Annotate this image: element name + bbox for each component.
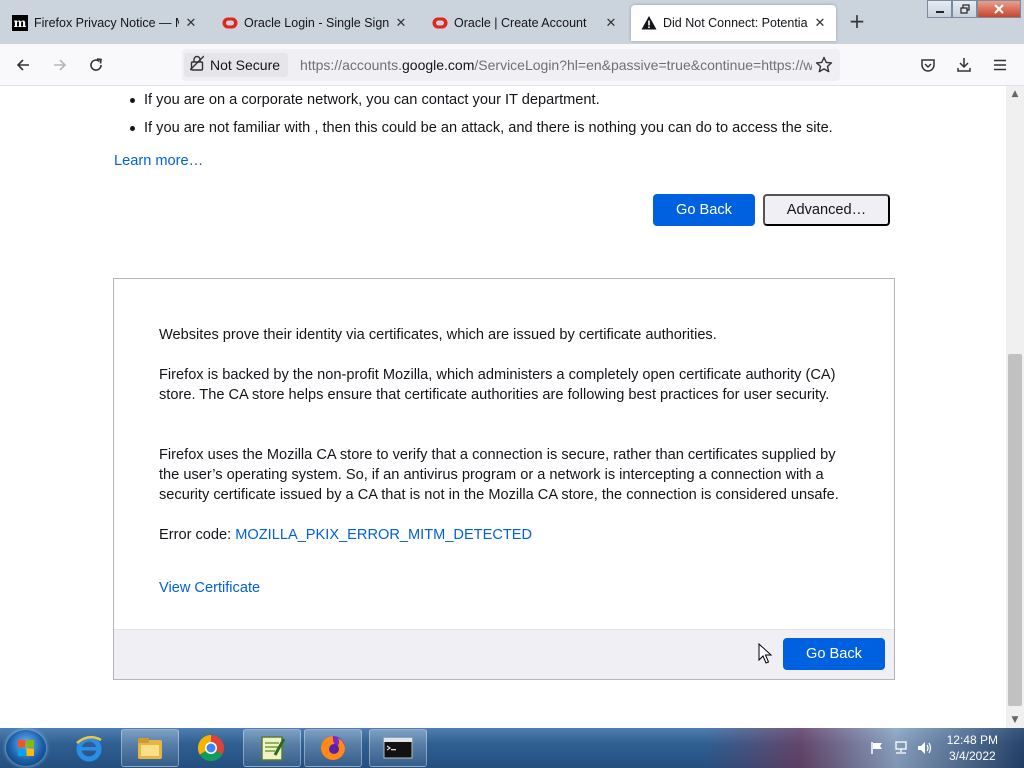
view-certificate-link[interactable]: View Certificate xyxy=(159,580,260,596)
certificate-explanation-2: Firefox is backed by the non-profit Mozi… xyxy=(159,367,836,403)
clock-date: 3/4/2022 xyxy=(948,749,996,763)
forward-arrow-icon[interactable] xyxy=(47,52,73,78)
advanced-panel-footer: Go Back xyxy=(114,629,894,679)
network-icon[interactable] xyxy=(893,740,909,756)
volume-icon[interactable] xyxy=(917,740,933,756)
advanced-panel: Websites prove their identity via certif… xyxy=(113,278,895,680)
tab-title: Oracle Login - Single Sign On xyxy=(244,16,389,30)
learn-more-link[interactable]: Learn more… xyxy=(114,153,203,169)
go-back-button-bottom[interactable]: Go Back xyxy=(783,638,885,670)
tab-oracle-create-account[interactable]: Oracle | Create Account ✕ xyxy=(422,5,627,41)
oracle-icon xyxy=(222,15,238,31)
tab-title: Oracle | Create Account xyxy=(454,16,587,30)
error-page: If you are on a corporate network, you c… xyxy=(0,86,1006,728)
windows-taskbar: 12:48 PM 3/4/2022 xyxy=(0,728,1024,768)
minimize-icon[interactable] xyxy=(927,0,952,18)
scroll-up-icon[interactable]: ▲ xyxy=(1006,86,1024,102)
tab-firefox-privacy-notice[interactable]: m Firefox Privacy Notice — Mo ✕ xyxy=(2,5,207,41)
certificate-explanation-3: Firefox uses the Mozilla CA store to ver… xyxy=(159,447,839,503)
list-item: If you are not familiar with , then this… xyxy=(130,117,930,145)
warning-icon xyxy=(641,15,657,31)
mozilla-m-icon: m xyxy=(12,15,28,31)
command-prompt-icon[interactable] xyxy=(369,729,427,767)
site-identity-button[interactable]: Not Secure xyxy=(184,53,289,77)
close-tab-icon[interactable]: ✕ xyxy=(393,16,409,31)
window-controls xyxy=(927,0,1021,20)
error-code-label: Error code: xyxy=(159,527,236,543)
firefox-icon[interactable] xyxy=(304,729,362,767)
start-button[interactable] xyxy=(6,730,46,766)
downloads-icon[interactable] xyxy=(951,52,977,78)
scrollbar-thumb[interactable] xyxy=(1008,354,1022,706)
tab-did-not-connect[interactable]: Did Not Connect: Potential S ✕ xyxy=(631,5,836,41)
url-suffix: /ServiceLogin?hl=en&passive=true&continu… xyxy=(474,57,813,73)
file-explorer-icon[interactable] xyxy=(121,729,179,767)
back-arrow-icon[interactable] xyxy=(10,52,36,78)
action-center-flag-icon[interactable] xyxy=(869,740,885,756)
svg-text:m: m xyxy=(14,16,27,30)
chrome-icon[interactable] xyxy=(182,729,240,767)
system-tray: 12:48 PM 3/4/2022 xyxy=(861,728,1018,768)
close-tab-icon[interactable]: ✕ xyxy=(812,16,828,31)
insecure-lock-icon xyxy=(189,55,205,75)
certificate-explanation-1: Websites prove their identity via certif… xyxy=(159,327,717,343)
tab-oracle-login[interactable]: Oracle Login - Single Sign On ✕ xyxy=(212,5,417,41)
scroll-down-icon[interactable]: ▼ xyxy=(1006,712,1024,728)
tab-strip: m Firefox Privacy Notice — Mo ✕ Oracle L… xyxy=(0,0,1024,44)
new-tab-button[interactable]: + xyxy=(847,11,867,33)
navigation-toolbar: Not Secure https://accounts.google.com/S… xyxy=(0,44,1024,86)
clock-time: 12:48 PM xyxy=(946,733,998,747)
tab-title: Firefox Privacy Notice — Mo xyxy=(34,16,179,30)
hamburger-menu-icon[interactable] xyxy=(987,52,1013,78)
url-prefix: https://accounts. xyxy=(300,57,402,73)
url-host: google.com xyxy=(402,57,475,73)
list-item: If you are on a corporate network, you c… xyxy=(130,89,930,117)
reload-icon[interactable] xyxy=(83,52,109,78)
oracle-icon xyxy=(432,15,448,31)
close-tab-icon[interactable]: ✕ xyxy=(183,16,199,31)
tab-title: Did Not Connect: Potential S xyxy=(663,16,808,30)
windows-logo-icon xyxy=(18,740,34,756)
advanced-button[interactable]: Advanced… xyxy=(763,194,890,226)
bookmark-star-icon[interactable] xyxy=(812,53,836,77)
close-tab-icon[interactable]: ✕ xyxy=(603,16,619,31)
notepad-plus-icon[interactable] xyxy=(243,729,301,767)
window-close-icon[interactable] xyxy=(977,0,1021,18)
vertical-scrollbar[interactable]: ▲ ▼ xyxy=(1006,86,1024,728)
help-bullet-list: If you are on a corporate network, you c… xyxy=(130,89,930,145)
error-code-line: Error code: MOZILLA_PKIX_ERROR_MITM_DETE… xyxy=(159,525,859,545)
restore-icon[interactable] xyxy=(952,0,977,18)
error-code-link[interactable]: MOZILLA_PKIX_ERROR_MITM_DETECTED xyxy=(235,527,532,543)
url-bar[interactable]: Not Secure https://accounts.google.com/S… xyxy=(182,49,840,81)
go-back-button[interactable]: Go Back xyxy=(653,194,755,226)
internet-explorer-icon[interactable] xyxy=(60,729,118,767)
url-text[interactable]: https://accounts.google.com/ServiceLogin… xyxy=(300,57,812,73)
not-secure-label: Not Secure xyxy=(210,57,281,73)
pocket-icon[interactable] xyxy=(915,52,941,78)
mouse-cursor-icon xyxy=(758,643,773,664)
system-clock[interactable]: 12:48 PM 3/4/2022 xyxy=(947,732,998,764)
